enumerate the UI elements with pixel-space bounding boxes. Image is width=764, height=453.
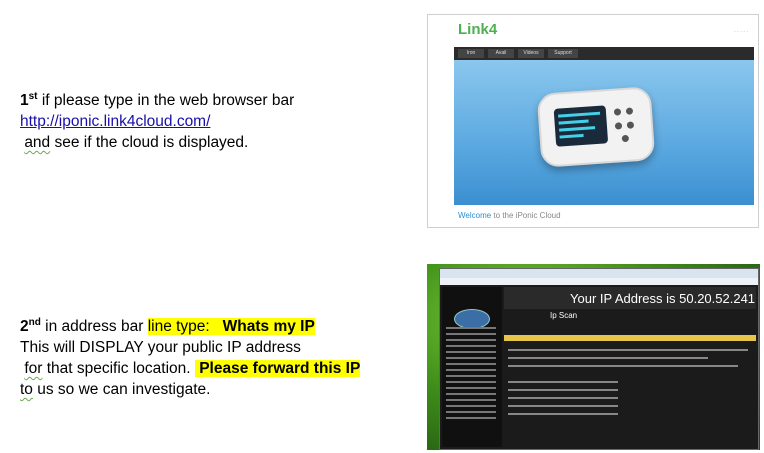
step2-ordinal: 2 bbox=[20, 318, 29, 335]
step2-line4: to us so we can investigate. bbox=[20, 379, 360, 400]
device-button bbox=[625, 107, 634, 115]
browser-address-bar bbox=[440, 278, 758, 285]
step1-line3: and see if the cloud is displayed. bbox=[20, 132, 294, 153]
iponic-device-image bbox=[536, 86, 656, 168]
step1-ordinal-suffix: st bbox=[28, 91, 38, 102]
link4-logo: Link4 bbox=[458, 21, 497, 38]
device-button bbox=[621, 134, 630, 143]
site-sidebar bbox=[442, 287, 502, 447]
nav-tab-avail: Avail bbox=[488, 49, 514, 58]
step1-line1: 1st if please type in the web browser ba… bbox=[20, 90, 294, 111]
step1-line3-text: see if the cloud is displayed. bbox=[50, 134, 249, 151]
step2-line3-text: that specific location. bbox=[42, 360, 195, 377]
welcome-rest: to the iPonic Cloud bbox=[491, 211, 561, 220]
step2-line1-text: in address bar bbox=[40, 318, 148, 335]
yellow-divider bbox=[504, 335, 756, 341]
step1-ordinal: 1 bbox=[20, 92, 29, 109]
step2-instructions: 2nd in address bar line type: Whats my I… bbox=[20, 316, 361, 400]
cloud-url-link[interactable]: http://iponic.link4cloud.com/ bbox=[20, 113, 210, 130]
device-button bbox=[626, 121, 635, 129]
top-links: · · · · · bbox=[734, 29, 748, 35]
hero-banner bbox=[454, 60, 754, 205]
whats-my-ip-screenshot: Your IP Address is 50.20.52.241 Ip Scan bbox=[427, 264, 760, 450]
step2-highlight-line-type: line type: Whats my IP bbox=[147, 318, 315, 335]
logo-text: Link bbox=[458, 21, 489, 38]
ip-scan-label: Ip Scan bbox=[550, 311, 578, 320]
welcome-word: Welcome bbox=[458, 211, 492, 220]
iponic-cloud-screenshot: Link4 · · · · · Iron Avail Videos Suppor… bbox=[427, 14, 759, 228]
step2-line4-text: us so we can investigate. bbox=[32, 381, 211, 398]
browser-window: Your IP Address is 50.20.52.241 Ip Scan bbox=[439, 268, 759, 450]
step2-line1: 2nd in address bar line type: Whats my I… bbox=[20, 316, 360, 337]
welcome-text: Welcome to the iPonic Cloud bbox=[458, 211, 561, 220]
step2-line2: This will DISPLAY your public IP address bbox=[20, 339, 301, 356]
step2-line3-word: for bbox=[24, 360, 43, 377]
step2-line3: for that specific location. Please forwa… bbox=[20, 358, 361, 379]
logo-number: 4 bbox=[488, 21, 498, 38]
ip-address-title: Your IP Address is 50.20.52.241 bbox=[570, 291, 756, 306]
step1-line3-word: and bbox=[24, 134, 51, 151]
nav-tab-videos: Videos bbox=[518, 49, 544, 58]
device-button bbox=[614, 122, 623, 130]
step2-ordinal-suffix: nd bbox=[28, 317, 41, 328]
forward-ip-phrase: Please forward this IP bbox=[199, 360, 361, 377]
step2-highlight-forward: Please forward this IP bbox=[194, 360, 361, 377]
nav-bar: Iron Avail Videos Support bbox=[454, 47, 754, 60]
step2-highlight-prefix: line type: bbox=[147, 318, 215, 335]
step1-line1-text: if please type in the web browser bar bbox=[37, 92, 295, 109]
nav-tab-iron: Iron bbox=[458, 49, 484, 58]
device-button bbox=[613, 108, 622, 116]
nav-tab-support: Support bbox=[548, 49, 578, 58]
globe-icon bbox=[454, 309, 490, 329]
step2-line4-word: to bbox=[20, 381, 33, 398]
device-screen bbox=[553, 105, 609, 147]
browser-tab-bar bbox=[440, 269, 758, 278]
step1-line2: http://iponic.link4cloud.com/ bbox=[20, 111, 294, 132]
whats-my-ip-phrase: Whats my IP bbox=[222, 318, 315, 335]
step1-instructions: 1st if please type in the web browser ba… bbox=[20, 90, 294, 153]
